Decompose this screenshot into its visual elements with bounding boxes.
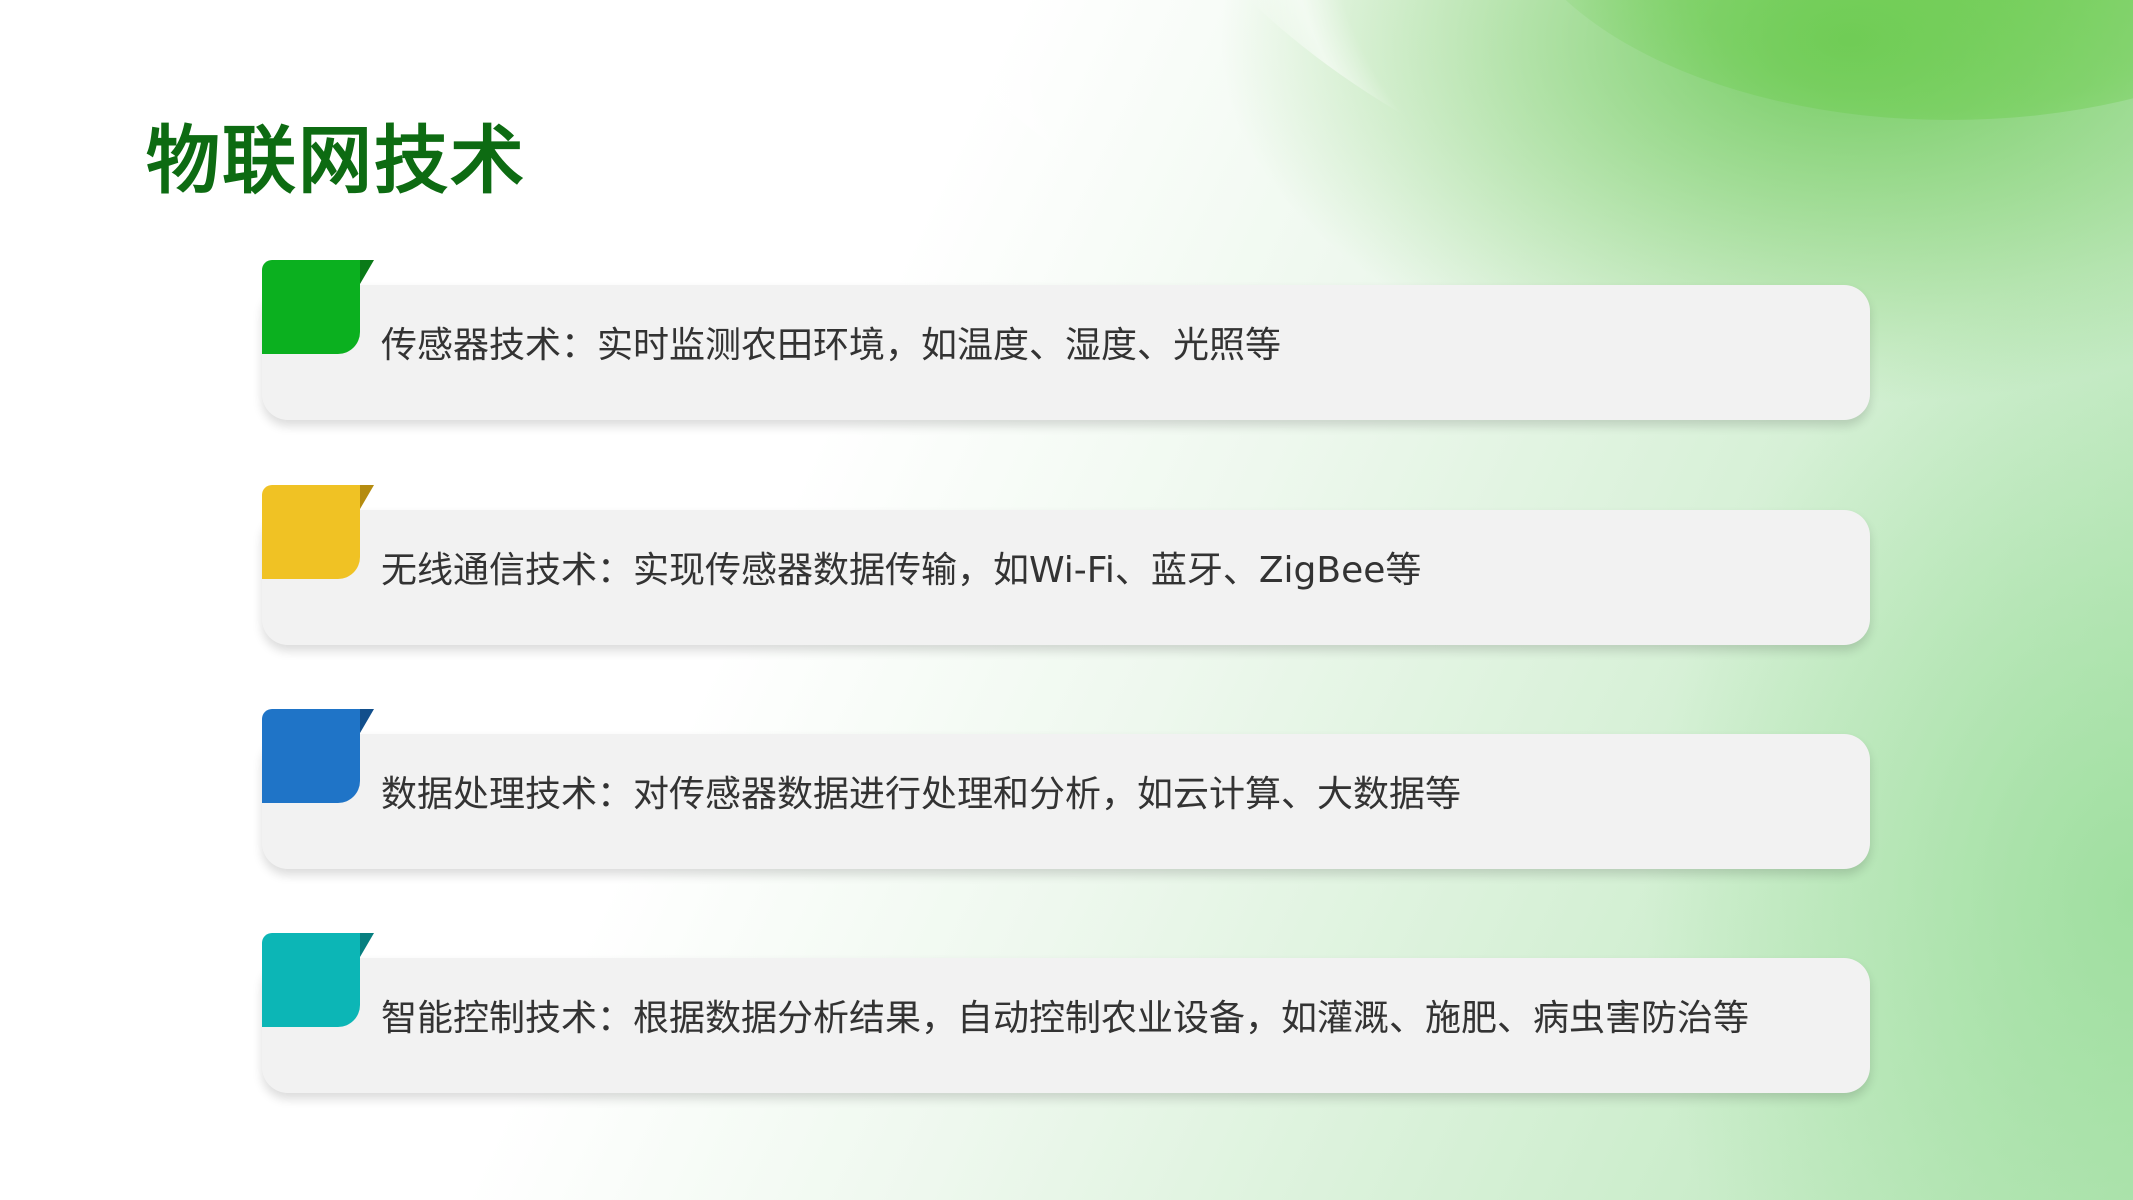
color-tab-icon: [262, 485, 360, 579]
tab-fold-icon: [360, 260, 374, 284]
background-wave-accent: [1500, 0, 2133, 120]
slide: 物联网技术 传感器技术：实时监测农田环境，如温度、湿度、光照等 无线通信技术：实…: [0, 0, 2133, 1200]
list-item: 数据处理技术：对传感器数据进行处理和分析，如云计算、大数据等: [262, 709, 1870, 869]
color-tab-icon: [262, 260, 360, 354]
list-item: 无线通信技术：实现传感器数据传输，如Wi-Fi、蓝牙、ZigBee等: [262, 485, 1870, 645]
color-tab-icon: [262, 709, 360, 803]
page-title: 物联网技术: [146, 118, 526, 204]
item-text: 无线通信技术：实现传感器数据传输，如Wi-Fi、蓝牙、ZigBee等: [381, 550, 1422, 591]
tab-fold-icon: [360, 485, 374, 509]
list-item: 传感器技术：实时监测农田环境，如温度、湿度、光照等: [262, 260, 1870, 420]
item-text: 传感器技术：实时监测农田环境，如温度、湿度、光照等: [381, 325, 1282, 366]
tab-fold-icon: [360, 933, 374, 957]
list-item: 智能控制技术：根据数据分析结果，自动控制农业设备，如灌溉、施肥、病虫害防治等: [262, 933, 1870, 1093]
item-text: 智能控制技术：根据数据分析结果，自动控制农业设备，如灌溉、施肥、病虫害防治等: [381, 998, 1750, 1039]
item-text: 数据处理技术：对传感器数据进行处理和分析，如云计算、大数据等: [381, 774, 1462, 815]
color-tab-icon: [262, 933, 360, 1027]
tab-fold-icon: [360, 709, 374, 733]
